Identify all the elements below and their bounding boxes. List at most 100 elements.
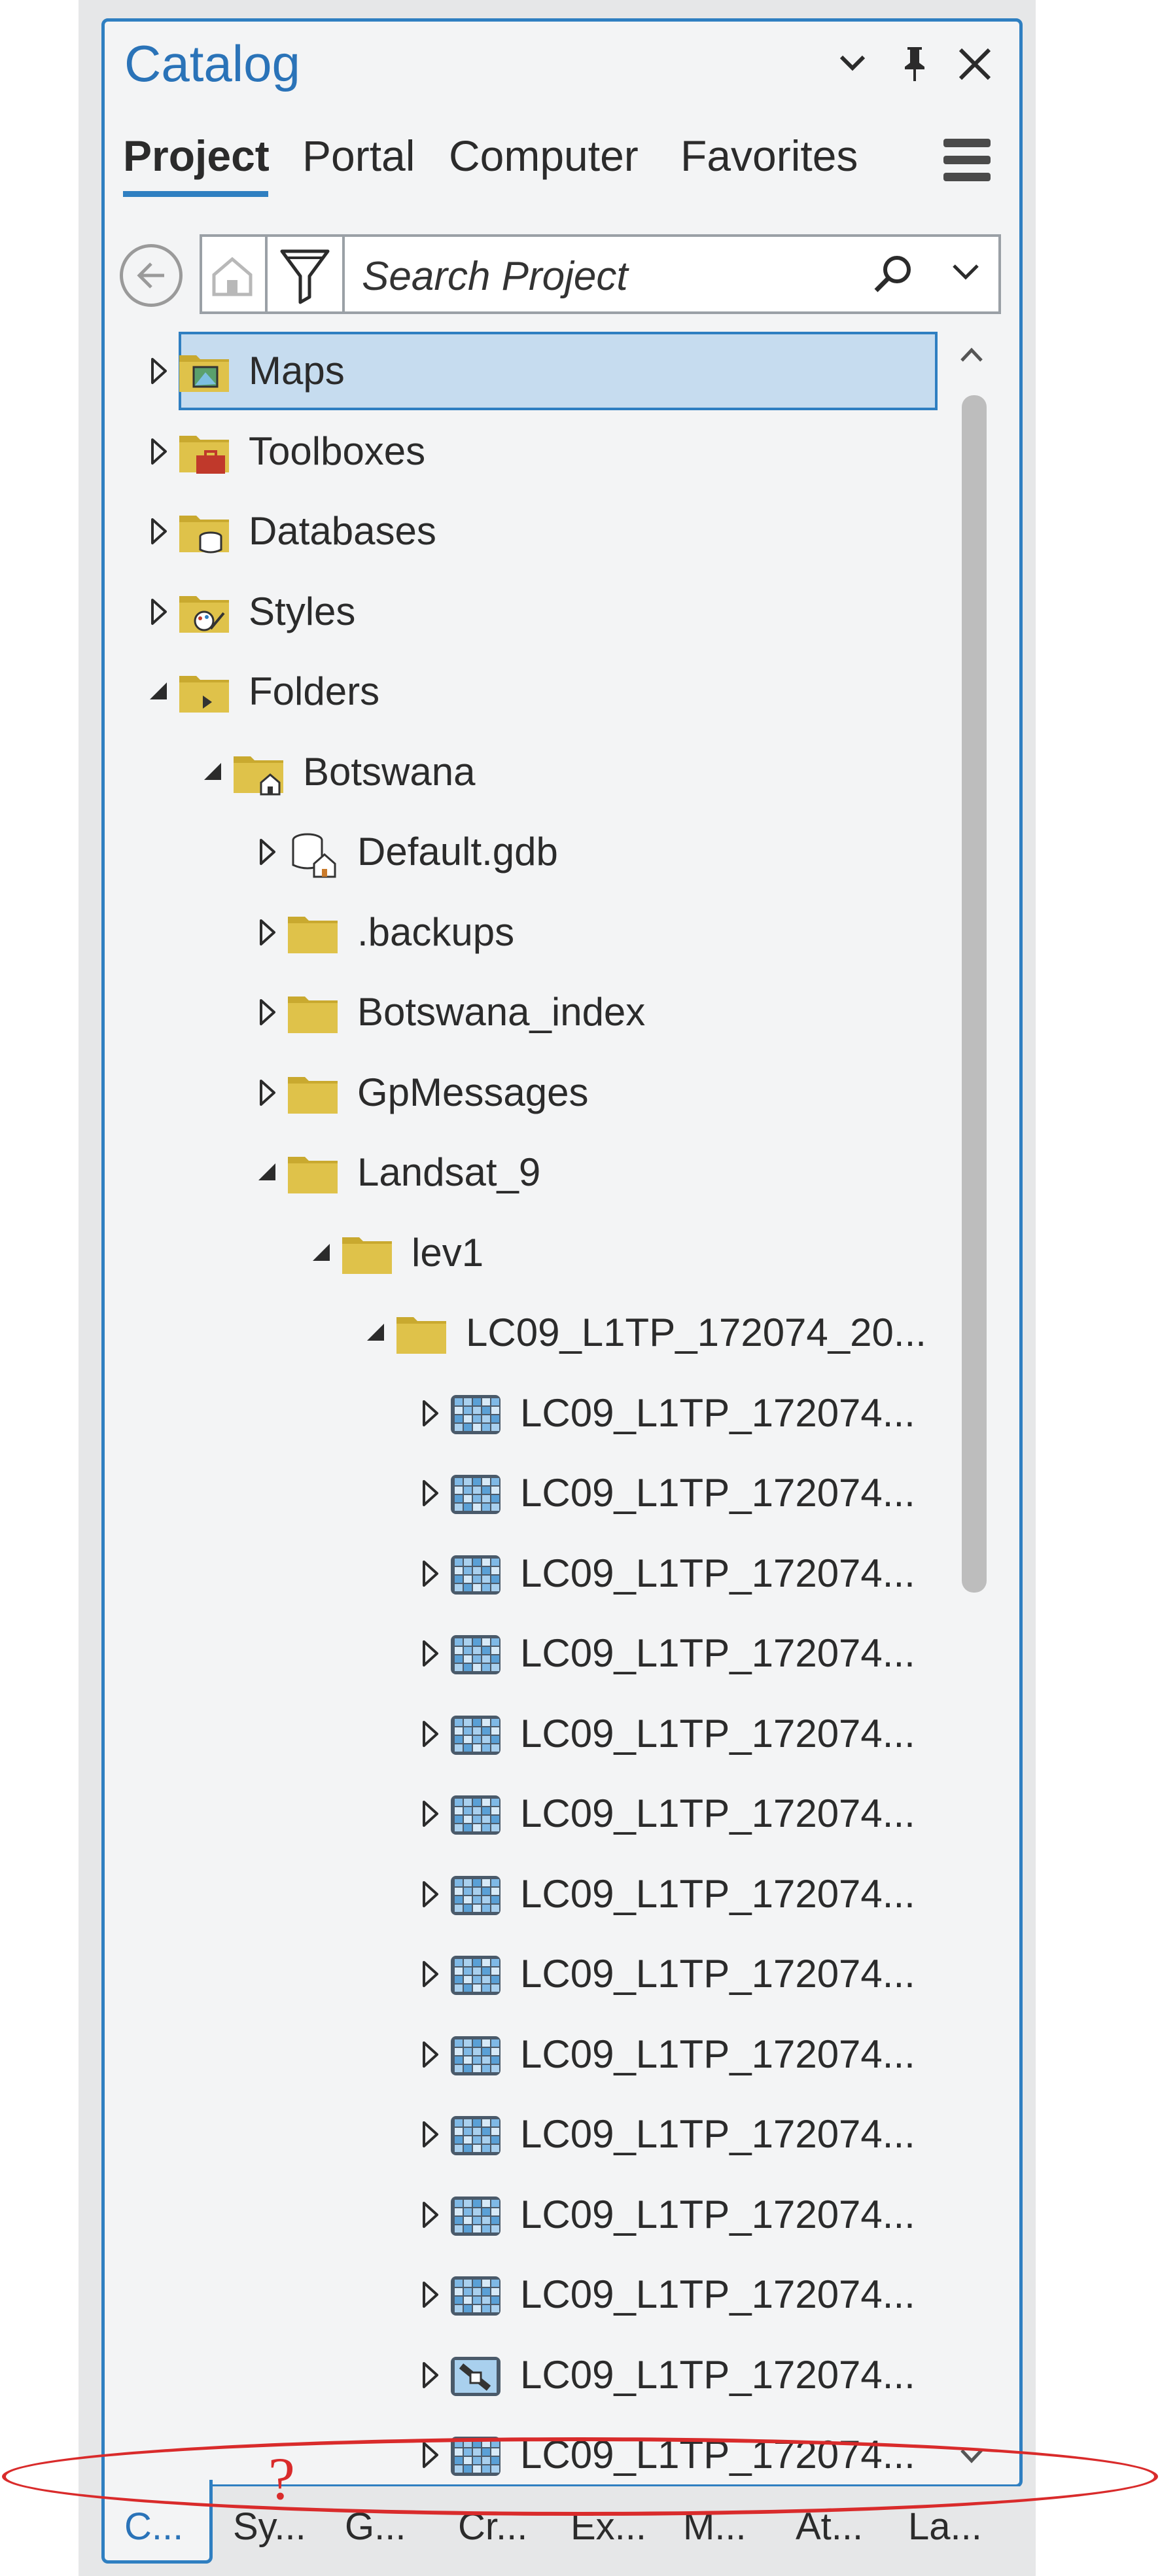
- expand-triangle-icon[interactable]: [417, 1718, 444, 1750]
- expand-triangle-icon[interactable]: [255, 997, 281, 1028]
- satellite-raster-icon: [448, 2350, 503, 2401]
- tree-item-label: LC09_L1TP_172074...: [520, 1791, 915, 1835]
- tree-item[interactable]: LC09_L1TP_172074...: [105, 2254, 945, 2335]
- home-geodatabase-icon: [285, 827, 340, 878]
- tree-item[interactable]: LC09_L1TP_172074...: [105, 1933, 945, 2014]
- expand-triangle-icon[interactable]: [417, 2279, 444, 2310]
- expand-triangle-icon[interactable]: [417, 1638, 444, 1669]
- tree-item-label: Styles: [249, 589, 356, 633]
- tree-item[interactable]: .backups: [105, 892, 945, 972]
- expand-triangle-icon[interactable]: [146, 436, 172, 467]
- tree-item[interactable]: LC09_L1TP_172074...: [105, 1533, 945, 1614]
- folder-icon: [285, 987, 340, 1038]
- folders-folder-icon: [177, 667, 232, 718]
- tree-item[interactable]: Folders: [105, 651, 945, 732]
- raster-icon: [448, 2270, 503, 2321]
- back-button[interactable]: [120, 244, 183, 307]
- tree-item[interactable]: LC09_L1TP_172074...: [105, 1693, 945, 1774]
- tree-item[interactable]: Maps: [105, 330, 945, 411]
- styles-folder-icon: [177, 587, 232, 638]
- tree-item[interactable]: LC09_L1TP_172074...: [105, 1453, 945, 1533]
- raster-icon: [448, 1629, 503, 1680]
- bottom-tab-layers[interactable]: La...: [908, 2508, 982, 2546]
- tree-item[interactable]: LC09_L1TP_172074_20...: [105, 1292, 945, 1373]
- bottom-tab-attributes[interactable]: At...: [796, 2508, 863, 2546]
- collapse-triangle-icon[interactable]: [309, 1237, 335, 1269]
- tree-item[interactable]: lev1: [105, 1212, 945, 1293]
- expand-triangle-icon[interactable]: [417, 1958, 444, 1990]
- tree-item[interactable]: Botswana: [105, 732, 945, 812]
- search-options-chevron-icon[interactable]: [947, 255, 984, 291]
- bottom-tab-symbology[interactable]: Sy...: [233, 2508, 306, 2546]
- scrollbar-thumb[interactable]: [962, 395, 987, 1593]
- active-tab-indicator: [123, 191, 268, 197]
- tree-item[interactable]: Databases: [105, 491, 945, 571]
- expand-triangle-icon[interactable]: [255, 917, 281, 948]
- expand-triangle-icon[interactable]: [417, 2039, 444, 2070]
- menu-icon[interactable]: [943, 139, 991, 190]
- tree-item-label: LC09_L1TP_172074...: [520, 1471, 915, 1515]
- tree-item-label: GpMessages: [357, 1070, 589, 1114]
- tree-item[interactable]: LC09_L1TP_172074...: [105, 2014, 945, 2094]
- expand-triangle-icon[interactable]: [417, 2119, 444, 2150]
- collapse-triangle-icon[interactable]: [200, 756, 226, 788]
- tree-item[interactable]: LC09_L1TP_172074...: [105, 2335, 945, 2415]
- expand-triangle-icon[interactable]: [417, 1798, 444, 1829]
- tree-item[interactable]: Styles: [105, 571, 945, 652]
- scroll-up-icon[interactable]: [955, 340, 988, 373]
- tab-portal[interactable]: Portal: [302, 134, 415, 177]
- expand-triangle-icon[interactable]: [417, 1558, 444, 1589]
- expand-triangle-icon[interactable]: [255, 836, 281, 868]
- raster-icon: [448, 1468, 503, 1519]
- tree-item-label: Botswana_index: [357, 990, 646, 1034]
- expand-triangle-icon[interactable]: [146, 596, 172, 627]
- tree-item[interactable]: LC09_L1TP_172074...: [105, 1373, 945, 1453]
- collapse-triangle-icon[interactable]: [146, 676, 172, 707]
- search-icon[interactable]: [867, 249, 919, 304]
- chevron-down-icon[interactable]: [836, 46, 869, 86]
- tree-item[interactable]: Landsat_9: [105, 1132, 945, 1212]
- expand-triangle-icon[interactable]: [417, 2359, 444, 2391]
- tree-item[interactable]: LC09_L1TP_172074...: [105, 2174, 945, 2255]
- tree-item[interactable]: LC09_L1TP_172074...: [105, 1854, 945, 1934]
- tab-project[interactable]: Project: [123, 134, 270, 177]
- tree-item[interactable]: LC09_L1TP_172074...: [105, 2094, 945, 2174]
- tree-item[interactable]: Botswana_index: [105, 972, 945, 1052]
- raster-icon: [448, 1388, 503, 1439]
- collapse-triangle-icon[interactable]: [255, 1157, 281, 1188]
- collapse-triangle-icon[interactable]: [363, 1317, 389, 1349]
- red-annotation-ellipse: [2, 2437, 1158, 2516]
- tree-item-label: LC09_L1TP_172074...: [520, 1711, 915, 1756]
- tree-item-label: LC09_L1TP_172074...: [520, 2352, 915, 2397]
- tab-computer[interactable]: Computer: [449, 134, 639, 177]
- search-input[interactable]: [362, 250, 820, 302]
- tree-item-label: LC09_L1TP_172074...: [520, 1871, 915, 1916]
- expand-triangle-icon[interactable]: [417, 2199, 444, 2231]
- toolbox-folder-icon: [177, 427, 232, 478]
- expand-triangle-icon[interactable]: [146, 355, 172, 387]
- tab-favorites[interactable]: Favorites: [680, 134, 858, 177]
- tree-item[interactable]: LC09_L1TP_172074...: [105, 1773, 945, 1854]
- tree-item-label: Folders: [249, 669, 380, 713]
- close-icon[interactable]: [957, 46, 993, 90]
- home-button[interactable]: [200, 234, 265, 314]
- tree-item[interactable]: Toolboxes: [105, 411, 945, 491]
- expand-triangle-icon[interactable]: [417, 1398, 444, 1429]
- expand-triangle-icon[interactable]: [417, 1477, 444, 1509]
- tree-item-label: Landsat_9: [357, 1150, 541, 1194]
- tree-item[interactable]: GpMessages: [105, 1052, 945, 1133]
- expand-triangle-icon[interactable]: [417, 1879, 444, 1910]
- expand-triangle-icon[interactable]: [146, 516, 172, 547]
- expand-triangle-icon[interactable]: [255, 1077, 281, 1108]
- pin-icon[interactable]: [900, 44, 930, 90]
- tree-item[interactable]: LC09_L1TP_172074...: [105, 1613, 945, 1693]
- maps-folder-icon: [177, 346, 232, 397]
- folder-icon: [285, 908, 340, 959]
- raster-icon: [448, 1949, 503, 2000]
- tree-item[interactable]: Default.gdb: [105, 811, 945, 892]
- tree-item-label: LC09_L1TP_172074...: [520, 1631, 915, 1675]
- bottom-tab-catalog[interactable]: C...: [124, 2508, 183, 2546]
- annotation-question-mark: ?: [268, 2445, 295, 2512]
- folder-icon: [285, 1068, 340, 1119]
- filter-button[interactable]: [265, 234, 345, 314]
